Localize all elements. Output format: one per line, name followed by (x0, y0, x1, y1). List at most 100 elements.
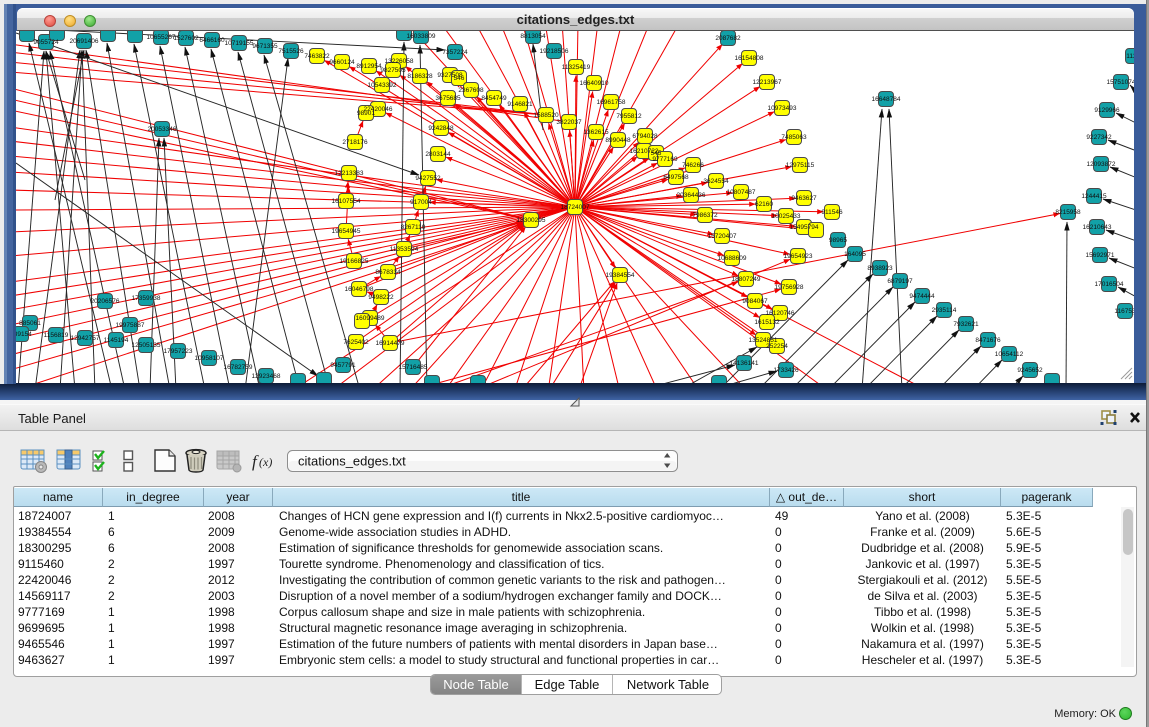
svg-text:15720407: 15720407 (708, 233, 737, 240)
svg-text:6879197: 6879197 (887, 278, 913, 285)
svg-text:12942757: 12942757 (71, 335, 100, 342)
svg-text:13226058: 13226058 (385, 58, 414, 65)
svg-text:10025433: 10025433 (772, 213, 801, 220)
svg-text:3822037: 3822037 (556, 119, 582, 126)
svg-text:1244415: 1244415 (1081, 193, 1107, 200)
svg-text:546: 546 (454, 75, 465, 82)
svg-text:16640910: 16640910 (580, 80, 609, 87)
svg-text:16107554: 16107554 (332, 198, 361, 205)
svg-text:9474444: 9474444 (909, 293, 935, 300)
svg-text:7625402: 7625402 (343, 339, 369, 346)
svg-text:9146821: 9146821 (507, 101, 533, 108)
svg-text:7485063: 7485063 (781, 134, 807, 141)
svg-text:18724007: 18724007 (561, 204, 590, 211)
svg-text:10543392: 10543392 (368, 82, 397, 89)
svg-text:7955812: 7955812 (616, 113, 642, 120)
svg-text:16782759: 16782759 (224, 364, 253, 371)
svg-text:12213383: 12213383 (335, 170, 364, 177)
svg-text:2803144: 2803144 (425, 151, 451, 158)
svg-text:18300295: 18300295 (517, 217, 546, 224)
svg-text:10807487: 10807487 (727, 189, 756, 196)
svg-text:15495794: 15495794 (790, 224, 819, 231)
svg-text:16210643: 16210643 (1083, 224, 1112, 231)
svg-text:f: f (252, 452, 259, 471)
svg-text:9084067: 9084067 (742, 298, 768, 305)
svg-text:98901: 98901 (357, 110, 375, 117)
svg-text:3675685: 3675685 (435, 95, 461, 102)
svg-text:7986372: 7986372 (692, 212, 718, 219)
svg-text:164095: 164095 (844, 251, 866, 258)
svg-text:10719155: 10719155 (225, 40, 254, 47)
svg-text:7463822: 7463822 (304, 53, 330, 60)
svg-text:17016504: 17016504 (1095, 281, 1124, 288)
svg-text:15692971: 15692971 (1086, 252, 1115, 259)
svg-text:9245652: 9245652 (1017, 367, 1043, 374)
svg-text:15716485: 15716485 (399, 364, 428, 371)
svg-text:16046798: 16046798 (345, 286, 374, 293)
svg-text:885061: 885061 (19, 320, 41, 327)
svg-text:746266: 746266 (682, 162, 704, 169)
svg-text:2718176: 2718176 (342, 139, 368, 146)
svg-text:6466160: 6466160 (199, 37, 225, 44)
svg-text:16961758: 16961758 (597, 99, 626, 106)
svg-text:917004: 917004 (410, 199, 432, 206)
svg-text:1156819: 1156819 (44, 332, 69, 339)
svg-text:(x): (x) (259, 455, 272, 469)
svg-text:8938923: 8938923 (867, 265, 893, 272)
svg-text:16648784: 16648784 (872, 96, 901, 103)
svg-text:16099489: 16099489 (356, 315, 385, 322)
svg-text:16033809: 16033809 (407, 33, 436, 40)
svg-text:12923468: 12923468 (252, 373, 281, 380)
svg-text:19654923: 19654923 (784, 253, 813, 260)
svg-text:12213967: 12213967 (753, 79, 782, 86)
svg-text:19166825: 19166825 (340, 258, 369, 265)
svg-text:9427552: 9427552 (415, 175, 441, 182)
svg-text:7932621: 7932621 (953, 321, 979, 328)
svg-text:10655267: 10655267 (147, 34, 176, 41)
svg-text:12093872: 12093872 (1087, 161, 1116, 168)
svg-text:1615132: 1615132 (754, 319, 780, 326)
svg-text:15751074: 15751074 (1107, 79, 1134, 86)
svg-text:19756928: 19756928 (775, 284, 804, 291)
svg-text:9457791: 9457791 (330, 362, 356, 369)
svg-text:2087682: 2087682 (715, 35, 741, 42)
svg-text:10958107: 10958107 (195, 355, 224, 362)
svg-text:1112: 1112 (1126, 53, 1134, 60)
svg-text:17359938: 17359938 (132, 295, 161, 302)
svg-text:116753: 116753 (1114, 308, 1134, 315)
svg-text:3624554: 3624554 (703, 178, 729, 185)
svg-text:19975887: 19975887 (116, 322, 145, 329)
svg-text:9660124: 9660124 (329, 59, 355, 66)
svg-text:11353594: 11353594 (390, 246, 419, 253)
svg-text:20206576: 20206576 (91, 298, 120, 305)
svg-text:7515526: 7515526 (278, 48, 304, 55)
svg-text:8990448: 8990448 (605, 137, 631, 144)
svg-text:8454749: 8454749 (481, 95, 507, 102)
svg-text:11325419: 11325419 (562, 64, 591, 71)
svg-text:12975115: 12975115 (786, 162, 815, 169)
svg-text:10654112: 10654112 (995, 351, 1024, 358)
svg-text:9498222: 9498222 (368, 294, 394, 301)
svg-text:9463627: 9463627 (791, 195, 817, 202)
svg-text:2367608: 2367608 (458, 87, 484, 94)
svg-text:16914479: 16914479 (376, 340, 405, 347)
svg-text:20691406: 20691406 (70, 38, 99, 45)
svg-text:9242848: 9242848 (428, 125, 454, 132)
svg-text:8471676: 8471676 (975, 337, 1001, 344)
svg-text:8678334: 8678334 (375, 269, 401, 276)
svg-text:1362615: 1362615 (583, 129, 609, 136)
svg-text:20053346: 20053346 (148, 126, 177, 133)
svg-text:8813054: 8813054 (520, 33, 546, 40)
svg-text:9227342: 9227342 (1086, 134, 1112, 141)
svg-text:9671355: 9671355 (252, 43, 278, 50)
svg-text:1527602: 1527602 (173, 35, 199, 42)
svg-text:19218506: 19218506 (540, 48, 569, 55)
svg-text:9055724: 9055724 (33, 39, 59, 46)
svg-text:911546: 911546 (821, 209, 843, 216)
svg-text:10973493: 10973493 (768, 105, 797, 112)
svg-text:939154: 939154 (16, 331, 32, 338)
svg-text:8912954: 8912954 (356, 63, 382, 70)
svg-text:8267110: 8267110 (401, 224, 426, 231)
svg-text:8186328: 8186328 (407, 73, 433, 80)
svg-text:14136141: 14136141 (730, 360, 759, 367)
